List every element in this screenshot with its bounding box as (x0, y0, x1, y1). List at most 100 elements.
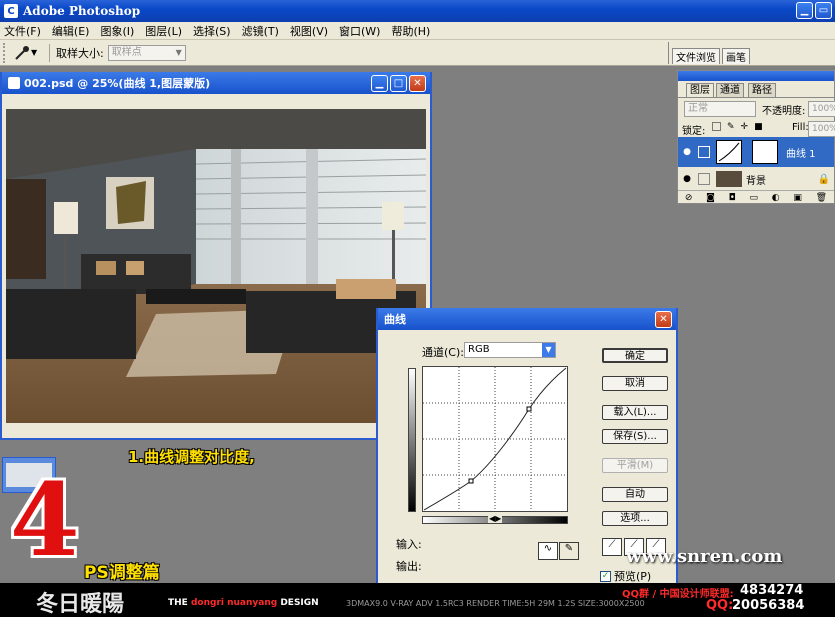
curve-point-shadows[interactable] (468, 478, 474, 484)
opacity-field[interactable]: 100% (808, 101, 835, 117)
ok-button[interactable]: 确定 (602, 348, 668, 363)
pencil-mode-icon[interactable]: ✎ (559, 542, 579, 560)
sample-size-label: 取样大小: (56, 46, 104, 60)
tutorial-subtitle: PS调整篇 (84, 563, 160, 583)
visibility-eye-icon[interactable]: ● (680, 147, 694, 157)
save-button[interactable]: 保存(S)... (602, 429, 668, 444)
output-gradient-bar (408, 368, 416, 512)
menu-view[interactable]: 视图(V) (290, 23, 328, 39)
preview-checkbox[interactable]: ✓ (600, 570, 611, 582)
doc-maximize-button[interactable]: □ (390, 74, 407, 92)
lock-brush-icon[interactable]: ✎ (727, 122, 735, 132)
new-adjustment-icon[interactable]: ◐ (772, 193, 780, 203)
menu-edit[interactable]: 编辑(E) (52, 23, 90, 39)
curves-dialog-title: 曲线 (384, 313, 406, 326)
channel-select[interactable]: RGB ▼ (464, 342, 556, 358)
sample-size-value: 取样点 (111, 46, 142, 58)
chevron-down-icon: ▼ (175, 47, 182, 57)
design-suffix: DESIGN (280, 598, 319, 608)
smooth-button[interactable]: 平滑(M) (602, 458, 668, 473)
lock-all-icon[interactable]: ■ (754, 122, 763, 132)
fill-field[interactable]: 100% (808, 121, 835, 137)
add-mask-icon[interactable]: ◘ (729, 193, 736, 203)
tutorial-step-number: 4 (10, 461, 80, 579)
curve-graph-svg (423, 367, 567, 511)
channel-label: 通道(C): (422, 346, 464, 359)
curve-graph[interactable] (422, 366, 568, 512)
delete-layer-icon[interactable]: 🗑 (816, 193, 827, 203)
blend-mode-select[interactable]: 正常 (684, 101, 756, 117)
menu-file[interactable]: 文件(F) (4, 23, 41, 39)
curves-adjustment-thumbnail (716, 140, 742, 164)
sample-size-select[interactable]: 取样点 ▼ (107, 44, 186, 61)
doc-minimize-button[interactable]: ▁ (371, 74, 388, 92)
options-button[interactable]: 选项... (602, 511, 668, 526)
lock-transparency-icon[interactable] (712, 122, 721, 131)
gradient-toggle-icon[interactable]: ◀▶ (488, 514, 503, 523)
tab-channels[interactable]: 通道 (716, 83, 744, 97)
document-title: 002.psd @ 25%(曲线 1,图层蒙版) (24, 77, 211, 90)
document-canvas-image[interactable] (6, 109, 426, 423)
opacity-label: 不透明度: (762, 106, 806, 117)
fill-label: Fill: (792, 122, 809, 133)
layer-name: 曲线 1 (786, 148, 816, 160)
curves-close-button[interactable]: ✕ (655, 310, 672, 328)
tab-layers[interactable]: 图层 (686, 83, 714, 97)
auto-button[interactable]: 自动 (602, 487, 668, 502)
new-set-icon[interactable]: ▭ (750, 193, 759, 203)
layer-link-icon[interactable] (698, 173, 710, 185)
menu-image[interactable]: 图象(I) (100, 23, 134, 39)
document-icon (8, 77, 20, 89)
well-tab-file-browser[interactable]: 文件浏览 (672, 48, 720, 64)
menu-select[interactable]: 选择(S) (193, 23, 231, 39)
grip-handle[interactable] (3, 42, 7, 63)
eyedropper-tool-button[interactable]: ▼ (13, 43, 43, 63)
background-layer-thumbnail (716, 171, 742, 187)
blend-mode-value: 正常 (688, 103, 708, 114)
layer-mask-thumbnail[interactable] (752, 140, 778, 164)
layer-link-icon[interactable] (698, 146, 710, 158)
well-tab-brushes[interactable]: 画笔 (722, 48, 750, 64)
tab-paths[interactable]: 路径 (748, 83, 776, 97)
app-title: Adobe Photoshop (23, 4, 141, 18)
restore-button[interactable]: ▭ (815, 2, 832, 19)
watermark: www.snren.com (626, 546, 783, 567)
new-layer-icon[interactable]: ▣ (793, 193, 802, 203)
menu-bar: 文件(F) 编辑(E) 图象(I) 图层(L) 选择(S) 滤镜(T) 视图(V… (0, 22, 835, 40)
fill-value: 100% (812, 124, 835, 134)
visibility-eye-icon[interactable]: ● (680, 174, 694, 184)
palette-title-bar[interactable] (678, 71, 834, 81)
link-layers-icon[interactable]: ⊘ (685, 193, 693, 203)
palette-bottom-toolbar: ⊘ ◙ ◘ ▭ ◐ ▣ 🗑 (678, 190, 834, 204)
qq-label: QQ: (706, 598, 734, 613)
palette-well: 文件浏览 画笔 (668, 42, 835, 64)
design-credit: THE dongri nuanyang DESIGN (168, 598, 319, 608)
menu-filter[interactable]: 滤镜(T) (242, 23, 279, 39)
doc-close-button[interactable]: ✕ (409, 74, 426, 92)
tutorial-caption: 1.曲线调整对比度, (128, 448, 255, 466)
minimize-button[interactable]: ▁ (796, 2, 813, 19)
menu-window[interactable]: 窗口(W) (339, 23, 380, 39)
load-button[interactable]: 载入(L)... (602, 405, 668, 420)
eyedropper-icon (15, 45, 29, 60)
cancel-button[interactable]: 取消 (602, 376, 668, 391)
input-label: 输入: (396, 538, 422, 551)
group-number: 4834274 (740, 583, 804, 598)
black-eyedropper-icon[interactable]: ⟋ (602, 538, 622, 556)
design-name: dongri nuanyang (190, 598, 278, 608)
lock-move-icon[interactable]: ✛ (741, 122, 749, 132)
opacity-value: 100% (812, 104, 835, 114)
add-style-icon[interactable]: ◙ (706, 193, 715, 203)
curves-dialog-title-bar[interactable]: 曲线 ✕ (378, 308, 676, 330)
lock-label: 锁定: (682, 126, 706, 137)
lock-icon: 🔒 (817, 173, 830, 185)
document-title-bar[interactable]: 002.psd @ 25%(曲线 1,图层蒙版) ▁ □ ✕ (2, 72, 430, 94)
menu-layer[interactable]: 图层(L) (145, 23, 182, 39)
curve-point-highlights[interactable] (526, 406, 532, 412)
curve-mode-icon[interactable]: ∿ (538, 542, 558, 560)
layer-row-curves[interactable]: ● 曲线 1 (678, 137, 834, 167)
layer-row-background[interactable]: ● 背景 🔒 (678, 169, 834, 189)
curves-dialog: 曲线 ✕ 通道(C): RGB ▼ ◀▶ 输入: 输出: ∿ ✎ 确定 取消 载… (376, 308, 678, 586)
design-prefix: THE (168, 598, 188, 608)
menu-help[interactable]: 帮助(H) (391, 23, 430, 39)
